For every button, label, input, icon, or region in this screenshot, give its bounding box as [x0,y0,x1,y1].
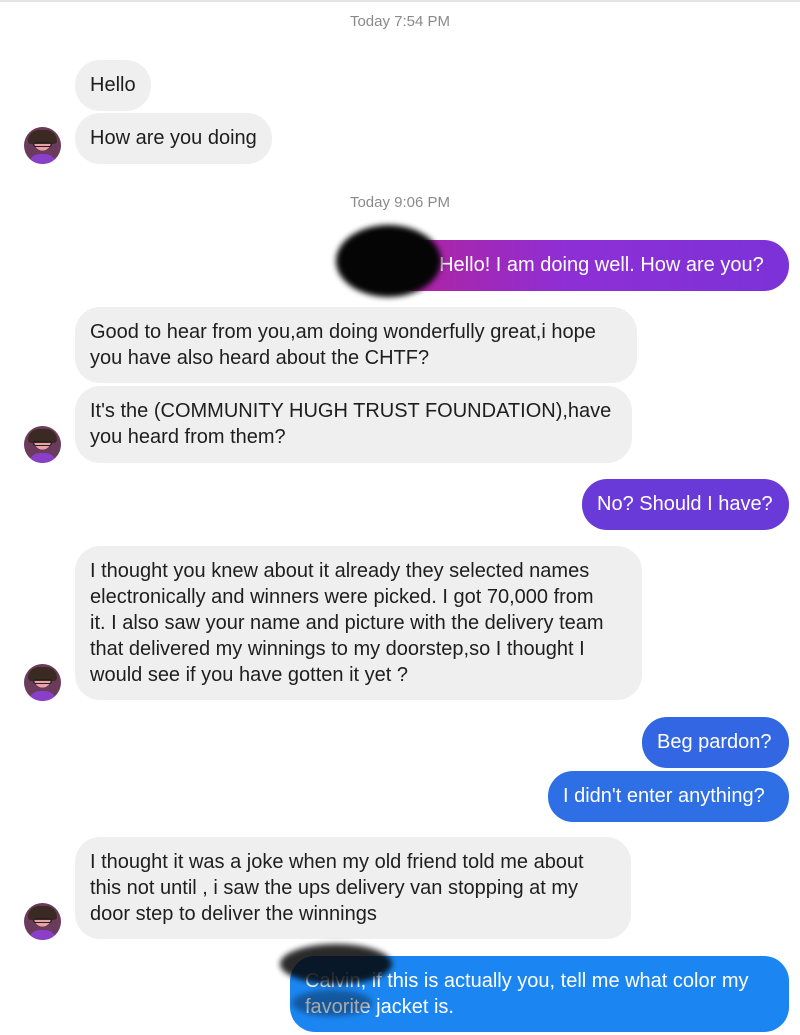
contact-avatar[interactable] [24,127,61,164]
message-bubble-incoming[interactable]: I thought you knew about it already they… [75,546,642,700]
redaction-scribble [336,225,441,297]
message-line: you heard from them? [90,426,286,448]
timestamp: Today 7:54 PM [349,13,451,30]
message-text: I didn't enter anything? [563,785,765,807]
message-bubble-outgoing[interactable]: ! Hello! I am doing well. How are you? [390,240,789,291]
timestamp: Today 9:06 PM [349,194,451,211]
message-bubble-incoming[interactable]: How are you doing [75,113,272,164]
message-text: ! Hello! I am doing well. How are you? [428,254,764,276]
message-text: No? Should I have? [597,493,773,515]
message-line: that delivered my winnings to my doorste… [90,638,585,660]
contact-avatar[interactable] [24,903,61,940]
redaction-scribble [292,990,372,1016]
message-line: electronically and winners were picked. … [90,586,594,608]
message-bubble-outgoing[interactable]: No? Should I have? [582,479,789,530]
message-text: Hello [90,74,136,96]
message-line: you have also heard about the CHTF? [90,347,430,369]
message-line: It's the (COMMUNITY HUGH TRUST FOUNDATIO… [90,400,612,422]
message-bubble-incoming[interactable]: Hello [75,60,151,111]
message-line: Good to hear from you,am doing wonderful… [90,321,596,343]
message-line: I thought it was a joke when my old frie… [90,851,584,873]
message-bubble-incoming[interactable]: Good to hear from you,am doing wonderful… [75,307,637,383]
message-bubble-outgoing[interactable]: I didn't enter anything? [548,771,789,822]
message-line: favorite jacket is. [305,996,454,1018]
message-bubble-incoming[interactable]: I thought it was a joke when my old frie… [75,837,631,939]
message-bubble-incoming[interactable]: It's the (COMMUNITY HUGH TRUST FOUNDATIO… [75,386,632,463]
redaction-scribble [280,944,392,984]
contact-avatar[interactable] [24,664,61,701]
message-text: How are you doing [90,127,257,149]
contact-avatar[interactable] [24,426,61,463]
message-bubble-outgoing[interactable]: Beg pardon? [642,717,789,768]
top-divider [0,0,800,2]
message-line: it. I also saw your name and picture wit… [90,612,604,634]
message-line: door step to deliver the winnings [90,903,377,925]
message-line: this not until , i saw the ups delivery … [90,877,579,899]
message-line: would see if you have gotten it yet ? [90,664,408,686]
message-text: Beg pardon? [657,731,772,753]
message-line: I thought you knew about it already they… [90,560,590,582]
